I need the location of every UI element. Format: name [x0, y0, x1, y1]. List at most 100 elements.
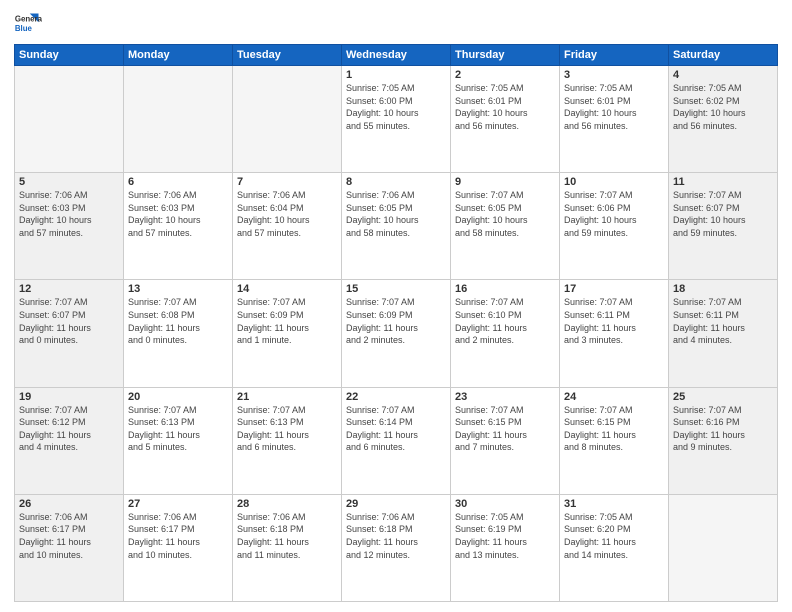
- day-cell: 10Sunrise: 7:07 AMSunset: 6:06 PMDayligh…: [560, 173, 669, 280]
- day-number: 9: [455, 176, 555, 188]
- weekday-header-friday: Friday: [560, 45, 669, 66]
- day-number: 5: [19, 176, 119, 188]
- page: General Blue SundayMondayTuesdayWednesda…: [0, 0, 792, 612]
- day-cell: 13Sunrise: 7:07 AMSunset: 6:08 PMDayligh…: [124, 280, 233, 387]
- day-info: Sunrise: 7:06 AMSunset: 6:17 PMDaylight:…: [19, 511, 119, 561]
- weekday-header-row: SundayMondayTuesdayWednesdayThursdayFrid…: [15, 45, 778, 66]
- week-row-1: 1Sunrise: 7:05 AMSunset: 6:00 PMDaylight…: [15, 66, 778, 173]
- svg-text:Blue: Blue: [15, 24, 33, 33]
- day-cell: 16Sunrise: 7:07 AMSunset: 6:10 PMDayligh…: [451, 280, 560, 387]
- day-cell: 14Sunrise: 7:07 AMSunset: 6:09 PMDayligh…: [233, 280, 342, 387]
- day-cell: 29Sunrise: 7:06 AMSunset: 6:18 PMDayligh…: [342, 494, 451, 601]
- day-info: Sunrise: 7:05 AMSunset: 6:00 PMDaylight:…: [346, 82, 446, 132]
- day-cell: 21Sunrise: 7:07 AMSunset: 6:13 PMDayligh…: [233, 387, 342, 494]
- weekday-header-sunday: Sunday: [15, 45, 124, 66]
- day-number: 19: [19, 391, 119, 403]
- day-number: 23: [455, 391, 555, 403]
- day-info: Sunrise: 7:05 AMSunset: 6:01 PMDaylight:…: [455, 82, 555, 132]
- day-info: Sunrise: 7:05 AMSunset: 6:19 PMDaylight:…: [455, 511, 555, 561]
- day-number: 17: [564, 283, 664, 295]
- day-cell: 24Sunrise: 7:07 AMSunset: 6:15 PMDayligh…: [560, 387, 669, 494]
- day-info: Sunrise: 7:06 AMSunset: 6:17 PMDaylight:…: [128, 511, 228, 561]
- logo: General Blue: [14, 10, 44, 38]
- day-info: Sunrise: 7:06 AMSunset: 6:03 PMDaylight:…: [19, 189, 119, 239]
- weekday-header-monday: Monday: [124, 45, 233, 66]
- day-number: 8: [346, 176, 446, 188]
- day-cell: 30Sunrise: 7:05 AMSunset: 6:19 PMDayligh…: [451, 494, 560, 601]
- day-cell: 17Sunrise: 7:07 AMSunset: 6:11 PMDayligh…: [560, 280, 669, 387]
- day-info: Sunrise: 7:05 AMSunset: 6:02 PMDaylight:…: [673, 82, 773, 132]
- day-info: Sunrise: 7:06 AMSunset: 6:05 PMDaylight:…: [346, 189, 446, 239]
- day-number: 31: [564, 498, 664, 510]
- week-row-4: 19Sunrise: 7:07 AMSunset: 6:12 PMDayligh…: [15, 387, 778, 494]
- day-cell: 4Sunrise: 7:05 AMSunset: 6:02 PMDaylight…: [669, 66, 778, 173]
- day-info: Sunrise: 7:07 AMSunset: 6:16 PMDaylight:…: [673, 404, 773, 454]
- day-cell: 25Sunrise: 7:07 AMSunset: 6:16 PMDayligh…: [669, 387, 778, 494]
- day-cell: 5Sunrise: 7:06 AMSunset: 6:03 PMDaylight…: [15, 173, 124, 280]
- day-number: 28: [237, 498, 337, 510]
- day-cell: 27Sunrise: 7:06 AMSunset: 6:17 PMDayligh…: [124, 494, 233, 601]
- day-info: Sunrise: 7:07 AMSunset: 6:08 PMDaylight:…: [128, 296, 228, 346]
- day-number: 18: [673, 283, 773, 295]
- day-info: Sunrise: 7:07 AMSunset: 6:06 PMDaylight:…: [564, 189, 664, 239]
- day-number: 14: [237, 283, 337, 295]
- day-info: Sunrise: 7:07 AMSunset: 6:09 PMDaylight:…: [346, 296, 446, 346]
- weekday-header-thursday: Thursday: [451, 45, 560, 66]
- day-info: Sunrise: 7:06 AMSunset: 6:04 PMDaylight:…: [237, 189, 337, 239]
- day-cell: 19Sunrise: 7:07 AMSunset: 6:12 PMDayligh…: [15, 387, 124, 494]
- day-cell: 18Sunrise: 7:07 AMSunset: 6:11 PMDayligh…: [669, 280, 778, 387]
- weekday-header-saturday: Saturday: [669, 45, 778, 66]
- day-number: 24: [564, 391, 664, 403]
- day-number: 7: [237, 176, 337, 188]
- day-number: 30: [455, 498, 555, 510]
- day-info: Sunrise: 7:07 AMSunset: 6:11 PMDaylight:…: [673, 296, 773, 346]
- day-info: Sunrise: 7:07 AMSunset: 6:14 PMDaylight:…: [346, 404, 446, 454]
- day-number: 27: [128, 498, 228, 510]
- day-cell: 11Sunrise: 7:07 AMSunset: 6:07 PMDayligh…: [669, 173, 778, 280]
- day-cell: 2Sunrise: 7:05 AMSunset: 6:01 PMDaylight…: [451, 66, 560, 173]
- day-info: Sunrise: 7:07 AMSunset: 6:15 PMDaylight:…: [564, 404, 664, 454]
- day-number: 15: [346, 283, 446, 295]
- calendar: SundayMondayTuesdayWednesdayThursdayFrid…: [14, 44, 778, 602]
- day-info: Sunrise: 7:06 AMSunset: 6:18 PMDaylight:…: [237, 511, 337, 561]
- day-number: 10: [564, 176, 664, 188]
- day-cell: 7Sunrise: 7:06 AMSunset: 6:04 PMDaylight…: [233, 173, 342, 280]
- week-row-3: 12Sunrise: 7:07 AMSunset: 6:07 PMDayligh…: [15, 280, 778, 387]
- day-cell: 22Sunrise: 7:07 AMSunset: 6:14 PMDayligh…: [342, 387, 451, 494]
- day-number: 11: [673, 176, 773, 188]
- day-number: 25: [673, 391, 773, 403]
- day-cell: 23Sunrise: 7:07 AMSunset: 6:15 PMDayligh…: [451, 387, 560, 494]
- day-number: 16: [455, 283, 555, 295]
- day-cell: 31Sunrise: 7:05 AMSunset: 6:20 PMDayligh…: [560, 494, 669, 601]
- day-info: Sunrise: 7:07 AMSunset: 6:13 PMDaylight:…: [128, 404, 228, 454]
- day-info: Sunrise: 7:07 AMSunset: 6:05 PMDaylight:…: [455, 189, 555, 239]
- day-number: 21: [237, 391, 337, 403]
- day-cell: 12Sunrise: 7:07 AMSunset: 6:07 PMDayligh…: [15, 280, 124, 387]
- day-cell: 3Sunrise: 7:05 AMSunset: 6:01 PMDaylight…: [560, 66, 669, 173]
- day-cell: [233, 66, 342, 173]
- day-info: Sunrise: 7:05 AMSunset: 6:01 PMDaylight:…: [564, 82, 664, 132]
- day-number: 13: [128, 283, 228, 295]
- day-info: Sunrise: 7:07 AMSunset: 6:09 PMDaylight:…: [237, 296, 337, 346]
- day-number: 6: [128, 176, 228, 188]
- header: General Blue: [14, 10, 778, 38]
- day-cell: 15Sunrise: 7:07 AMSunset: 6:09 PMDayligh…: [342, 280, 451, 387]
- weekday-header-tuesday: Tuesday: [233, 45, 342, 66]
- day-number: 22: [346, 391, 446, 403]
- day-number: 26: [19, 498, 119, 510]
- day-cell: [15, 66, 124, 173]
- day-cell: 20Sunrise: 7:07 AMSunset: 6:13 PMDayligh…: [124, 387, 233, 494]
- day-info: Sunrise: 7:07 AMSunset: 6:11 PMDaylight:…: [564, 296, 664, 346]
- day-info: Sunrise: 7:07 AMSunset: 6:15 PMDaylight:…: [455, 404, 555, 454]
- weekday-header-wednesday: Wednesday: [342, 45, 451, 66]
- day-info: Sunrise: 7:06 AMSunset: 6:03 PMDaylight:…: [128, 189, 228, 239]
- day-number: 2: [455, 69, 555, 81]
- day-info: Sunrise: 7:07 AMSunset: 6:10 PMDaylight:…: [455, 296, 555, 346]
- week-row-5: 26Sunrise: 7:06 AMSunset: 6:17 PMDayligh…: [15, 494, 778, 601]
- day-cell: 9Sunrise: 7:07 AMSunset: 6:05 PMDaylight…: [451, 173, 560, 280]
- day-cell: 1Sunrise: 7:05 AMSunset: 6:00 PMDaylight…: [342, 66, 451, 173]
- day-info: Sunrise: 7:07 AMSunset: 6:07 PMDaylight:…: [673, 189, 773, 239]
- day-cell: 26Sunrise: 7:06 AMSunset: 6:17 PMDayligh…: [15, 494, 124, 601]
- day-number: 12: [19, 283, 119, 295]
- week-row-2: 5Sunrise: 7:06 AMSunset: 6:03 PMDaylight…: [15, 173, 778, 280]
